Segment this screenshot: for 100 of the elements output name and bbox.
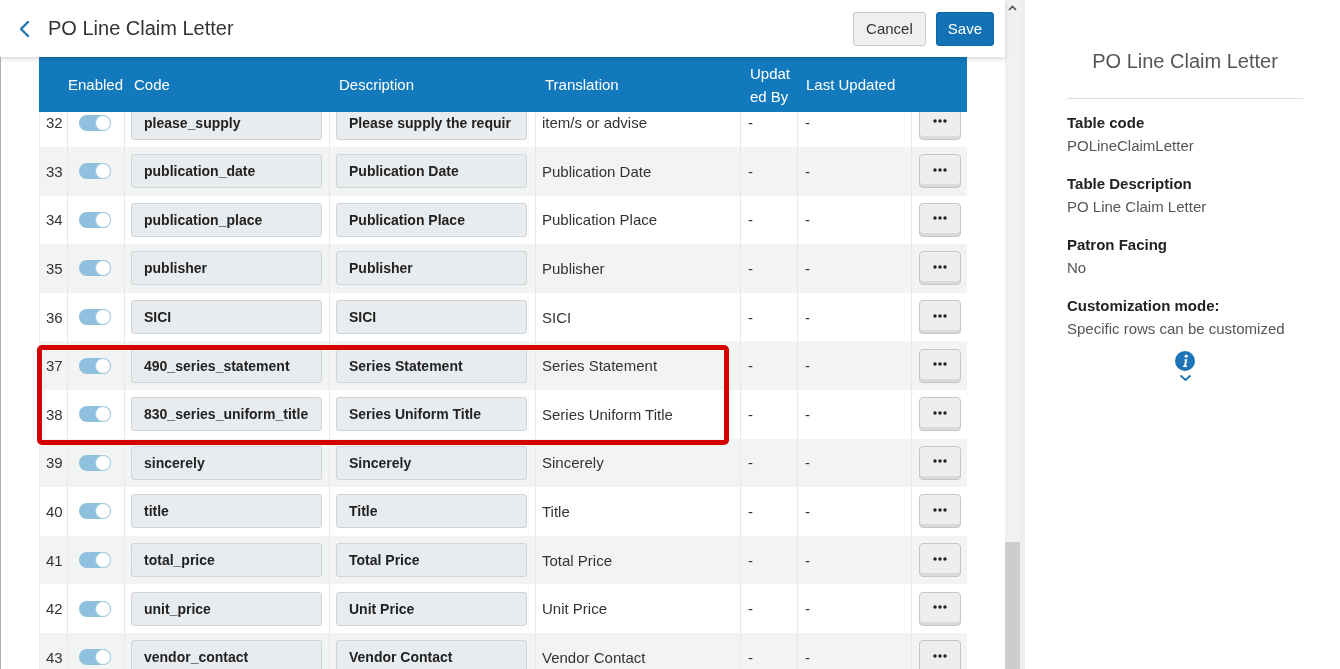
code-field[interactable]: SICI [131,300,322,335]
more-actions-button[interactable] [919,348,961,383]
translation-text: Unit Price [542,600,608,618]
more-actions-button[interactable] [919,591,961,626]
description-field[interactable]: Series Statement [336,348,527,383]
toggle-switch[interactable] [79,649,111,666]
detail-label: Table Description [1067,174,1192,194]
ellipsis-icon [933,216,947,221]
toggle-switch[interactable] [79,309,111,326]
more-actions-button[interactable] [919,543,961,578]
save-button[interactable]: Save [935,11,994,46]
ellipsis-icon [933,265,947,269]
ellipsis-icon [933,556,947,561]
row-number: 42 [46,600,63,618]
more-actions-button[interactable] [919,154,961,189]
code-field[interactable]: publisher [131,251,322,286]
chevron-down-icon[interactable] [1178,374,1192,382]
updated-by-value: - [748,162,753,180]
more-actions-button[interactable] [919,397,961,432]
code-field[interactable]: sincerely [131,445,322,480]
row-number: 32 [46,114,63,132]
scrollbar-thumb[interactable] [1005,542,1020,669]
description-field[interactable]: Publication Place [336,202,527,237]
chevron-up-icon[interactable] [1008,5,1017,11]
translation-text: Publisher [542,260,605,277]
ellipsis-icon [933,313,947,318]
toggle-switch[interactable] [79,260,111,277]
updated-by-value: - [748,308,753,326]
updated-by-value: - [748,502,753,520]
more-actions-button[interactable] [919,445,961,480]
description-field[interactable]: Please supply the requir [336,112,527,140]
code-field[interactable]: title [131,494,322,529]
description-field[interactable]: Total Price [336,543,527,578]
updated-by-value: - [748,648,753,666]
panel-title: PO Line Claim Letter [1092,49,1278,73]
more-actions-button[interactable] [919,112,961,140]
description-field[interactable]: Unit Price [336,591,527,626]
last-updated-value: - [805,211,810,229]
code-field[interactable]: 830_series_uniform_title [131,397,322,432]
code-field[interactable]: vendor_contact [131,640,322,669]
toggle-switch[interactable] [79,503,111,520]
toggle-switch[interactable] [79,211,111,228]
description-field[interactable]: Series Uniform Title [336,397,527,432]
column-header: Last Updated [806,75,896,95]
last-updated-value: - [805,405,810,423]
more-actions-button[interactable] [919,202,961,237]
detail-value: PO Line Claim Letter [1067,197,1207,217]
code-field[interactable]: publication_place [131,202,322,237]
back-icon[interactable] [18,19,30,38]
last-updated-value: - [805,357,810,375]
updated-by-value: - [748,600,753,618]
more-actions-button[interactable] [919,251,961,286]
detail-label: Customization mode: [1067,296,1220,316]
column-header: Updated By [750,63,792,107]
column-header: Enabled [68,75,124,95]
description-field[interactable]: SICI [336,300,527,335]
code-field[interactable]: total_price [131,543,322,578]
ellipsis-icon [933,507,947,512]
ellipsis-icon [933,167,947,172]
updated-by-value: - [748,357,753,375]
description-field[interactable]: Title [336,494,527,529]
last-updated-value: - [805,162,810,180]
more-actions-button[interactable] [919,300,961,335]
cancel-button[interactable]: Cancel [853,11,926,46]
toggle-switch[interactable] [79,406,111,423]
description-field[interactable]: Vendor Contact [336,640,527,669]
more-actions-button[interactable] [919,640,961,669]
toggle-switch[interactable] [79,454,111,471]
translation-text: Publication Date [542,162,652,180]
ellipsis-icon [933,605,947,610]
code-field[interactable]: publication_date [131,154,322,189]
row-number: 33 [46,162,63,180]
toggle-switch[interactable] [79,600,111,617]
toggle-switch[interactable] [79,552,111,569]
last-updated-value: - [805,551,810,569]
row-number: 43 [46,648,63,666]
description-field[interactable]: Publisher [336,251,527,286]
column-header: Description [339,75,415,95]
detail-value: Specific rows can be customized [1067,319,1285,339]
updated-by-value: - [748,260,753,277]
updated-by-value: - [748,211,753,229]
code-field[interactable]: unit_price [131,591,322,626]
translation-text: Sincerely [542,454,604,472]
last-updated-value: - [805,454,810,472]
info-icon[interactable] [1175,351,1195,371]
page-title: PO Line Claim Letter [48,17,234,40]
updated-by-value: - [748,551,753,569]
detail-label: Table code [1067,113,1145,133]
toggle-switch[interactable] [79,114,111,131]
code-field[interactable]: please_supply [131,112,322,140]
more-actions-button[interactable] [919,494,961,529]
toggle-switch[interactable] [79,163,111,180]
last-updated-value: - [805,114,810,132]
toggle-switch[interactable] [79,357,111,374]
updated-by-value: - [748,405,753,423]
description-field[interactable]: Sincerely [336,445,527,480]
code-field[interactable]: 490_series_statement [131,348,322,383]
updated-by-value: - [748,114,753,132]
description-field[interactable]: Publication Date [336,154,527,189]
row-number: 38 [46,405,63,423]
